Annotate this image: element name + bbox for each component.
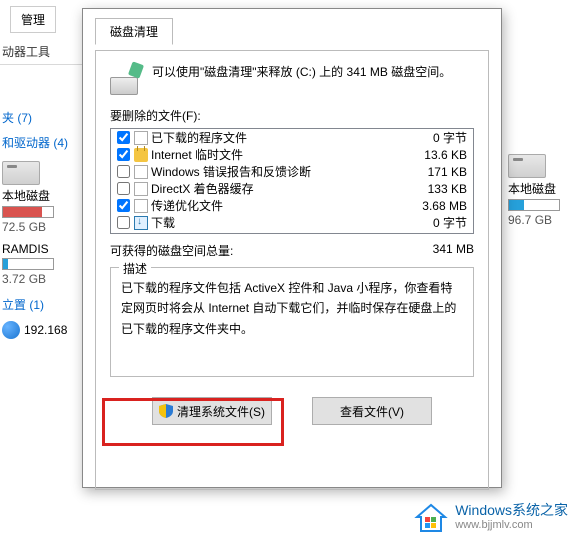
file-icon	[134, 131, 148, 145]
file-item[interactable]: 已下载的程序文件 0 字节	[111, 129, 473, 146]
description-group: 描述 已下载的程序文件包括 ActiveX 控件和 Java 小程序，你查看特定…	[110, 267, 474, 377]
watermark-title: Windows系统之家	[455, 502, 568, 519]
disk-cleanup-icon	[110, 63, 142, 95]
drive-icon	[2, 161, 40, 185]
file-icon	[134, 182, 148, 196]
drive-size: 72.5 GB	[2, 220, 88, 234]
ribbon-tab-manage[interactable]: 管理	[10, 6, 56, 33]
file-checkbox[interactable]	[117, 199, 130, 212]
watermark-logo-icon	[413, 499, 449, 535]
group-location[interactable]: 立置 (1)	[0, 294, 88, 319]
files-to-delete-label: 要删除的文件(F):	[110, 107, 474, 124]
drive-label: 本地磁盘	[2, 187, 88, 204]
file-list[interactable]: 已下载的程序文件 0 字节 Internet 临时文件 13.6 KB Wind…	[110, 128, 474, 234]
file-item[interactable]: Internet 临时文件 13.6 KB	[111, 146, 473, 163]
drive-icon	[508, 154, 546, 178]
watermark-url: www.bjjmlv.com	[455, 519, 568, 532]
description-text: 已下载的程序文件包括 ActiveX 控件和 Java 小程序，你查看特定网页时…	[121, 278, 463, 339]
description-legend: 描述	[119, 260, 151, 277]
drive-size: 3.72 GB	[2, 272, 88, 286]
drive-usage-bar	[2, 258, 54, 270]
download-icon	[134, 216, 148, 230]
file-checkbox[interactable]	[117, 148, 130, 161]
drive-usage-bar	[2, 206, 54, 218]
file-item[interactable]: DirectX 着色器缓存 133 KB	[111, 180, 473, 197]
file-checkbox[interactable]	[117, 131, 130, 144]
disk-cleanup-dialog: 磁盘清理 可以使用"磁盘清理"来释放 (C:) 上的 341 MB 磁盘空间。 …	[82, 8, 502, 488]
drive-local-right[interactable]: 本地磁盘 96.7 GB	[506, 150, 574, 227]
drive-ramdisk[interactable]: RAMDIS 3.72 GB	[0, 240, 88, 286]
total-label: 可获得的磁盘空间总量:	[110, 242, 233, 259]
file-checkbox[interactable]	[117, 182, 130, 195]
file-checkbox[interactable]	[117, 165, 130, 178]
network-location[interactable]: 192.168	[0, 319, 88, 339]
watermark: Windows系统之家 www.bjjmlv.com	[413, 499, 568, 535]
group-folders[interactable]: 夹 (7)	[0, 107, 88, 132]
network-ip: 192.168	[24, 323, 67, 337]
drive-label: 本地磁盘	[508, 180, 574, 197]
file-icon	[134, 165, 148, 179]
file-checkbox[interactable]	[117, 216, 130, 229]
explorer-background-left: 管理 动器工具 夹 (7) 和驱动器 (4) 本地磁盘 72.5 GB RAMD…	[0, 0, 88, 539]
file-item[interactable]: 传递优化文件 3.68 MB	[111, 197, 473, 214]
explorer-background-right: 本地磁盘 96.7 GB	[506, 150, 574, 227]
group-drives[interactable]: 和驱动器 (4)	[0, 132, 88, 157]
globe-icon	[2, 321, 20, 339]
total-row: 可获得的磁盘空间总量: 341 MB	[110, 242, 474, 259]
file-item[interactable]: Windows 错误报告和反馈诊断 171 KB	[111, 163, 473, 180]
drive-size: 96.7 GB	[508, 213, 574, 227]
clean-system-files-button[interactable]: 清理系统文件(S)	[152, 397, 272, 425]
lock-icon	[134, 148, 148, 162]
shield-icon	[159, 404, 173, 418]
total-value: 341 MB	[433, 242, 474, 259]
file-item[interactable]: 下载 0 字节	[111, 214, 473, 231]
intro-text: 可以使用"磁盘清理"来释放 (C:) 上的 341 MB 磁盘空间。	[152, 63, 451, 82]
file-icon	[134, 199, 148, 213]
drive-usage-bar	[508, 199, 560, 211]
ribbon-label-tools: 动器工具	[0, 39, 88, 62]
drive-local-c[interactable]: 本地磁盘 72.5 GB	[0, 157, 88, 234]
tab-disk-cleanup[interactable]: 磁盘清理	[95, 18, 173, 45]
view-files-button[interactable]: 查看文件(V)	[312, 397, 432, 425]
drive-label: RAMDIS	[2, 242, 88, 256]
